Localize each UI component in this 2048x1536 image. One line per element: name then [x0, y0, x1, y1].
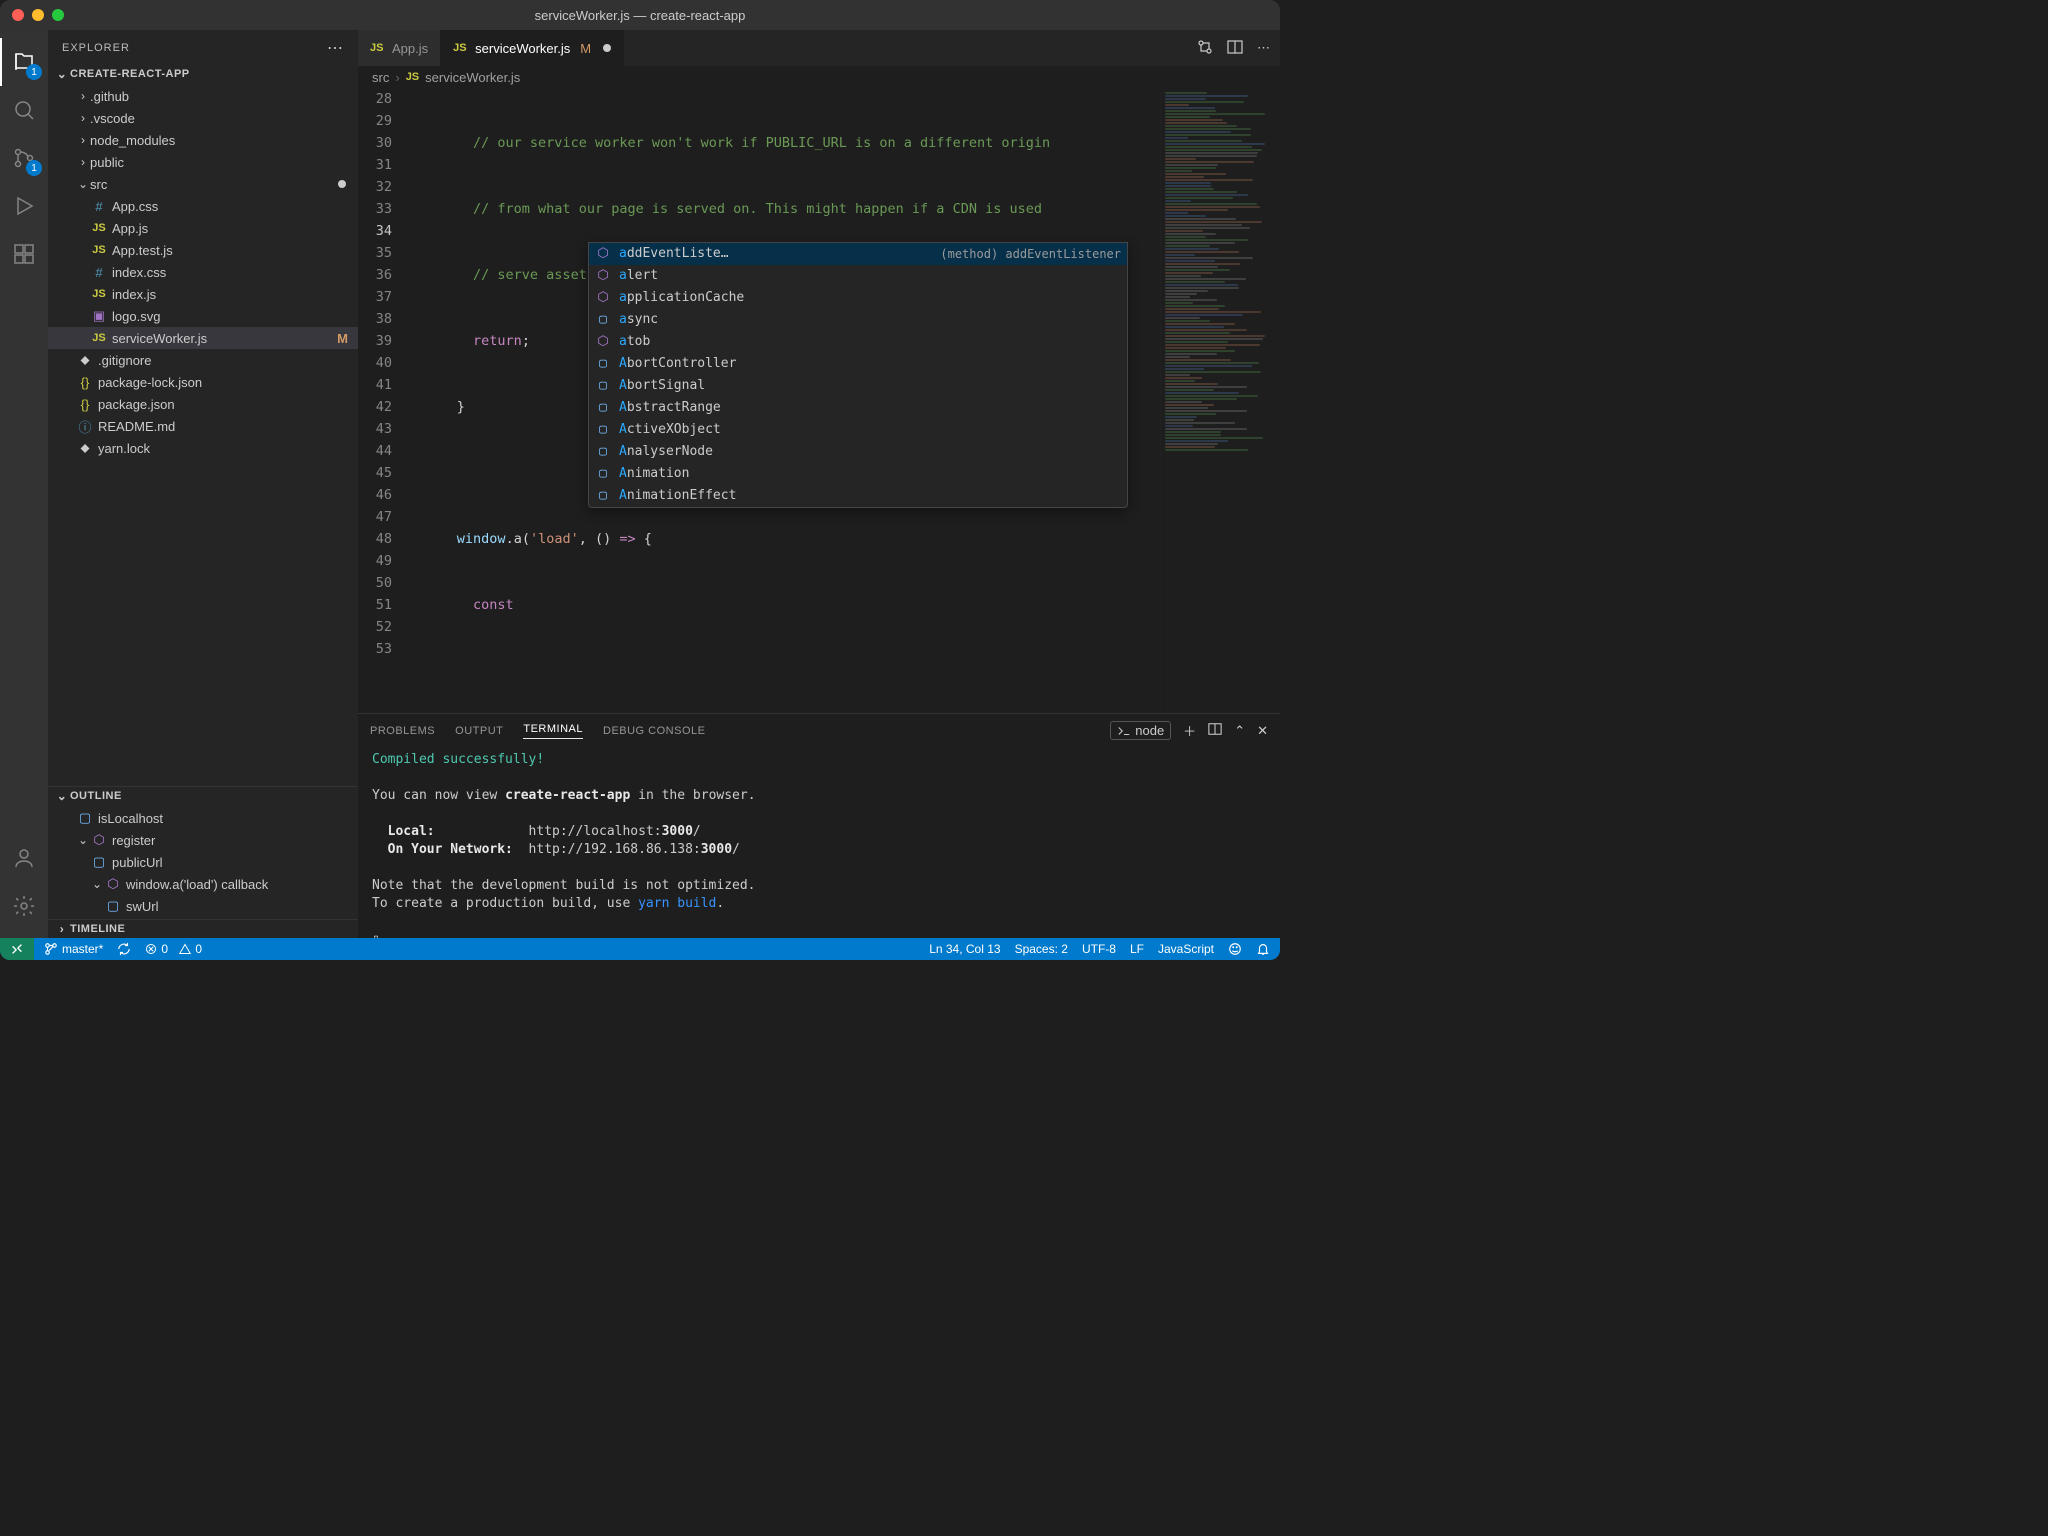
project-header[interactable]: ⌄ CREATE-REACT-APP	[48, 65, 358, 83]
split-editor-icon[interactable]	[1227, 39, 1243, 58]
breadcrumb[interactable]: src› JS serviceWorker.js	[358, 66, 1280, 88]
intellisense-item[interactable]: ▢AbortSignal	[589, 375, 1127, 397]
extensions-icon[interactable]	[0, 230, 48, 278]
accounts-icon[interactable]	[0, 834, 48, 882]
split-terminal-icon[interactable]	[1208, 722, 1222, 739]
outline-islocalhost[interactable]: ▢isLocalhost	[48, 807, 358, 829]
file-app-test-js[interactable]: JSApp.test.js	[48, 239, 358, 261]
folder-src[interactable]: ⌄src	[48, 173, 358, 195]
file-app-css[interactable]: #App.css	[48, 195, 358, 217]
panel-tab-debug[interactable]: DEBUG CONSOLE	[603, 725, 705, 737]
tab-service-worker[interactable]: JSserviceWorker.jsM	[441, 30, 624, 66]
file-service-worker[interactable]: JSserviceWorker.jsM	[48, 327, 358, 349]
intellisense-item[interactable]: ▢ActiveXObject	[589, 419, 1127, 441]
tab-app-js[interactable]: JSApp.js	[358, 30, 441, 66]
outline-register[interactable]: ⌄⬡register	[48, 829, 358, 851]
outline-publicurl[interactable]: ▢publicUrl	[48, 851, 358, 873]
panel-tab-terminal[interactable]: TERMINAL	[523, 723, 583, 739]
feedback-icon[interactable]	[1228, 942, 1242, 956]
explorer-badge: 1	[26, 64, 42, 80]
outline-swurl[interactable]: ▢swUrl	[48, 895, 358, 917]
file-gitignore[interactable]: ⬥.gitignore	[48, 349, 358, 371]
compare-changes-icon[interactable]	[1197, 39, 1213, 58]
chevron-down-icon: ⌄	[54, 67, 70, 81]
intellisense-item[interactable]: ▢Animation	[589, 463, 1127, 485]
intellisense-item[interactable]: ⬡addEventListe…(method) addEventListener	[589, 243, 1127, 265]
file-package-json[interactable]: {}package.json	[48, 393, 358, 415]
status-bar: master* 0 0 Ln 34, Col 13 Spaces: 2 UTF-…	[0, 938, 1280, 960]
explorer-icon[interactable]: 1	[0, 38, 48, 86]
intellisense-item[interactable]: ▢async	[589, 309, 1127, 331]
file-index-js[interactable]: JSindex.js	[48, 283, 358, 305]
intellisense-item[interactable]: ▢AbstractRange	[589, 397, 1127, 419]
panel: PROBLEMS OUTPUT TERMINAL DEBUG CONSOLE n…	[358, 713, 1280, 938]
terminal-output[interactable]: Compiled successfully! You can now view …	[358, 747, 1280, 938]
titlebar: serviceWorker.js — create-react-app	[0, 0, 1280, 30]
intellisense-item[interactable]: ▢AbortController	[589, 353, 1127, 375]
intellisense-item[interactable]: ⬡atob	[589, 331, 1127, 353]
file-logo-svg[interactable]: ▣logo.svg	[48, 305, 358, 327]
file-tree: ›.github ›.vscode ›node_modules ›public …	[48, 83, 358, 461]
window-title: serviceWorker.js — create-react-app	[535, 8, 746, 23]
file-yarn-lock[interactable]: ⬥yarn.lock	[48, 437, 358, 459]
file-package-lock[interactable]: {}package-lock.json	[48, 371, 358, 393]
window-zoom[interactable]	[52, 9, 64, 21]
activity-bar: 1 1	[0, 30, 48, 938]
notifications-icon[interactable]	[1256, 942, 1270, 956]
problems-indicator[interactable]: 0 0	[145, 942, 202, 956]
file-readme[interactable]: ⓘREADME.md	[48, 415, 358, 437]
run-debug-icon[interactable]	[0, 182, 48, 230]
encoding[interactable]: UTF-8	[1082, 942, 1116, 956]
indentation[interactable]: Spaces: 2	[1015, 942, 1068, 956]
intellisense-item[interactable]: ⬡applicationCache	[589, 287, 1127, 309]
sidebar-more-icon[interactable]: ⋯	[327, 38, 344, 58]
intellisense-item[interactable]: ▢AnimationEffect	[589, 485, 1127, 507]
panel-tab-output[interactable]: OUTPUT	[455, 725, 503, 737]
close-panel-icon[interactable]: ✕	[1257, 723, 1268, 739]
file-index-css[interactable]: #index.css	[48, 261, 358, 283]
folder-github[interactable]: ›.github	[48, 85, 358, 107]
sidebar-title: EXPLORER	[62, 42, 130, 54]
maximize-panel-icon[interactable]: ⌃	[1234, 723, 1245, 739]
intellisense-item[interactable]: ⬡alert	[589, 265, 1127, 287]
modified-dot-icon	[338, 180, 346, 188]
file-app-js[interactable]: JSApp.js	[48, 217, 358, 239]
window-minimize[interactable]	[32, 9, 44, 21]
git-branch[interactable]: master*	[44, 942, 103, 956]
sync-icon[interactable]	[117, 942, 131, 956]
code-editor[interactable]: 2829303132333435363738394041424344454647…	[358, 88, 1160, 713]
eol[interactable]: LF	[1130, 942, 1144, 956]
js-file-icon: JS	[406, 71, 419, 83]
search-icon[interactable]	[0, 86, 48, 134]
timeline-header[interactable]: ›TIMELINE	[48, 920, 358, 938]
intellisense-popup[interactable]: ⬡addEventListe…(method) addEventListener…	[588, 242, 1128, 508]
sidebar: EXPLORER ⋯ ⌄ CREATE-REACT-APP ›.github ›…	[48, 30, 358, 938]
folder-public[interactable]: ›public	[48, 151, 358, 173]
dirty-indicator-icon	[603, 44, 611, 52]
intellisense-item[interactable]: ▢AnalyserNode	[589, 441, 1127, 463]
cursor-position[interactable]: Ln 34, Col 13	[929, 942, 1000, 956]
outline-header[interactable]: ⌄OUTLINE	[48, 787, 358, 805]
language-mode[interactable]: JavaScript	[1158, 942, 1214, 956]
scm-badge: 1	[26, 160, 42, 176]
terminal-shell-selector[interactable]: node	[1110, 721, 1171, 740]
new-terminal-icon[interactable]: ＋	[1183, 721, 1196, 740]
settings-gear-icon[interactable]	[0, 882, 48, 930]
window-close[interactable]	[12, 9, 24, 21]
folder-node-modules[interactable]: ›node_modules	[48, 129, 358, 151]
panel-tab-problems[interactable]: PROBLEMS	[370, 725, 435, 737]
folder-vscode[interactable]: ›.vscode	[48, 107, 358, 129]
more-actions-icon[interactable]: ⋯	[1257, 40, 1270, 56]
source-control-icon[interactable]: 1	[0, 134, 48, 182]
remote-indicator[interactable]	[0, 938, 34, 960]
outline-callback[interactable]: ⌄⬡window.a('load') callback	[48, 873, 358, 895]
minimap[interactable]	[1160, 88, 1280, 713]
editor-tabs: JSApp.js JSserviceWorker.jsM ⋯	[358, 30, 1280, 66]
